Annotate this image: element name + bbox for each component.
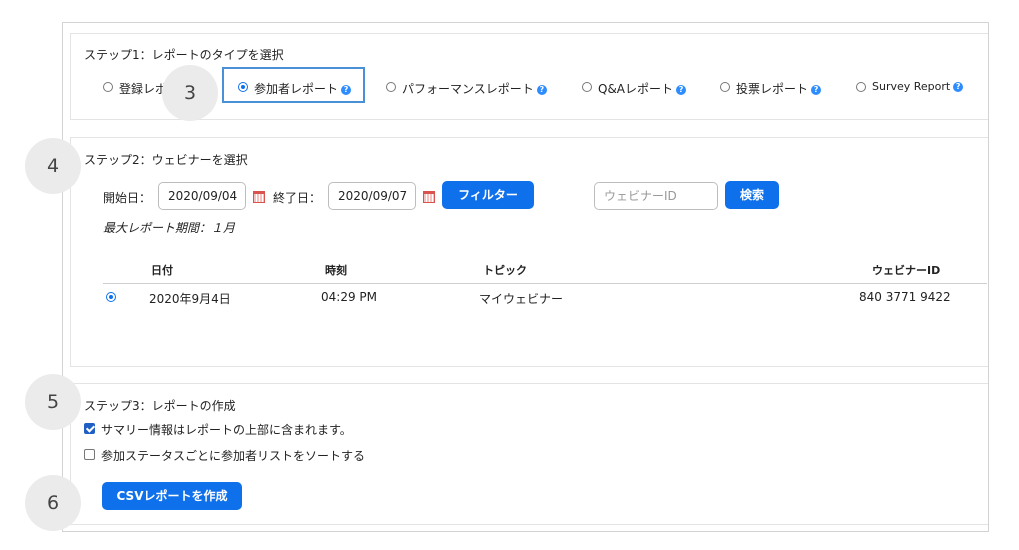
help-icon[interactable]: ? bbox=[953, 82, 964, 92]
filter-button[interactable]: フィルター bbox=[442, 181, 534, 209]
summary-info-checkbox[interactable] bbox=[84, 423, 95, 434]
table-header-time: 時刻 bbox=[325, 264, 347, 277]
radio-qa-report[interactable] bbox=[582, 82, 592, 92]
sort-by-status-checkbox[interactable] bbox=[84, 449, 95, 460]
option-qa[interactable]: Q&Aレポート? bbox=[598, 80, 687, 97]
start-date-input[interactable]: 2020/09/04 bbox=[158, 182, 246, 210]
radio-survey-report[interactable] bbox=[856, 82, 866, 92]
table-header-date: 日付 bbox=[151, 264, 173, 277]
radio-registration-report[interactable] bbox=[103, 82, 113, 92]
step2-title: ステップ2：ウェビナーを選択 bbox=[84, 153, 248, 167]
end-date-input[interactable]: 2020/09/07 bbox=[328, 182, 416, 210]
step1-title: ステップ1：レポートのタイプを選択 bbox=[84, 48, 284, 62]
option-survey[interactable]: Survey Report? bbox=[872, 80, 964, 93]
summary-info-label[interactable]: サマリー情報はレポートの上部に含まれます。 bbox=[101, 421, 352, 438]
max-report-period: 最大レポート期間：１月 bbox=[103, 221, 236, 235]
option-label-registration[interactable]: 登録レポ bbox=[119, 80, 167, 97]
callout-5: 5 bbox=[25, 374, 81, 430]
row-date: 2020年9月4日 bbox=[149, 292, 231, 306]
start-date-label: 開始日： bbox=[103, 191, 152, 205]
callout-4: 4 bbox=[25, 138, 81, 194]
table-header-topic: トピック bbox=[483, 264, 527, 277]
option-label-performance: パフォーマンスレポート bbox=[402, 82, 534, 96]
option-performance[interactable]: パフォーマンスレポート? bbox=[402, 80, 547, 97]
help-icon[interactable]: ? bbox=[676, 85, 687, 95]
calendar-icon[interactable] bbox=[423, 191, 435, 203]
row-select-radio[interactable] bbox=[106, 292, 116, 302]
row-webinar-id: 840 3771 9422 bbox=[859, 290, 951, 304]
search-button[interactable]: 検索 bbox=[725, 181, 779, 209]
step3-title: ステップ3：レポートの作成 bbox=[84, 399, 236, 413]
option-poll[interactable]: 投票レポート? bbox=[736, 80, 822, 97]
step2-panel bbox=[70, 137, 988, 367]
option-label-poll: 投票レポート bbox=[736, 82, 809, 96]
sort-by-status-label[interactable]: 参加ステータスごとに参加者リストをソートする bbox=[101, 447, 365, 464]
webinar-id-search-input[interactable]: ウェビナーID bbox=[594, 182, 718, 210]
option-label-qa: Q&Aレポート bbox=[598, 82, 674, 96]
table-header-webinar-id: ウェビナーID bbox=[872, 264, 941, 277]
help-icon[interactable]: ? bbox=[536, 85, 547, 95]
table-header-divider bbox=[103, 283, 987, 284]
radio-poll-report[interactable] bbox=[720, 82, 730, 92]
help-icon[interactable]: ? bbox=[341, 85, 352, 95]
callout-6: 6 bbox=[25, 475, 81, 531]
row-time: 04:29 PM bbox=[321, 290, 377, 304]
radio-performance-report[interactable] bbox=[386, 82, 396, 92]
option-attendee[interactable]: 参加者レポート? bbox=[254, 80, 352, 97]
option-label-survey: Survey Report bbox=[872, 80, 951, 93]
help-icon[interactable]: ? bbox=[811, 85, 822, 95]
calendar-icon[interactable] bbox=[253, 191, 265, 203]
end-date-label: 終了日： bbox=[273, 191, 322, 205]
callout-3: 3 bbox=[162, 65, 218, 121]
radio-attendee-report[interactable] bbox=[238, 82, 248, 92]
generate-csv-report-button[interactable]: CSVレポートを作成 bbox=[102, 482, 242, 510]
row-topic: マイウェビナー bbox=[479, 292, 564, 306]
option-label-attendee: 参加者レポート bbox=[254, 82, 339, 96]
